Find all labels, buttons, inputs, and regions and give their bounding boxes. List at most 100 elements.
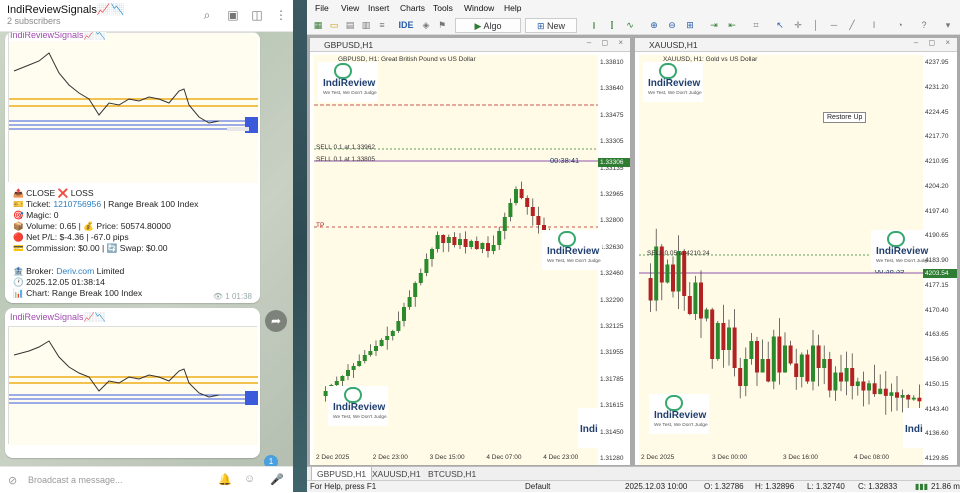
sidebar-toggle-icon[interactable]: ◫ [250,8,264,22]
price-label: 4217.70 [925,133,949,141]
status-datetime: 2025.12.03 10:00 [625,482,688,491]
price-label: 1.32800 [600,217,624,225]
signals-icon[interactable]: ⚑ [435,18,449,33]
charts-area: GBPUSD,H1 ‒ ◻ × GBPUSD, H1: Great Britis… [307,35,960,466]
menu-help[interactable]: Help [504,3,521,13]
new-order-button[interactable]: ⊞ New Order [525,18,577,46]
candle-body [861,381,866,391]
status-high: H: 1.32896 [755,482,795,491]
tab-btcusd[interactable]: BTCUSD,H1 [423,467,481,481]
price-label: 1.32125 [600,323,624,330]
trendline-icon[interactable]: ╱ [845,18,859,33]
message-line-text: 📦 Volume: 0.65 | 💰 Price: 50574.80000 [13,221,171,232]
candle-body [323,391,328,396]
help-icon[interactable]: ? [917,18,931,33]
channel-header[interactable]: IndiReviewSignals📈📉 2 subscribers ⌕ ▣ ◫ … [0,0,293,32]
horizontal-line-icon[interactable]: ─ [827,18,841,33]
chart-window-gbpusd[interactable]: GBPUSD,H1 ‒ ◻ × GBPUSD, H1: Great Britis… [309,37,631,466]
autoscroll-icon[interactable]: ⇤ [725,18,739,33]
attach-icon[interactable]: ⊘ [8,474,17,487]
message-input[interactable]: Broadcast a message... [28,475,123,485]
text-icon[interactable]: ǀ [867,18,881,33]
channel-title[interactable]: IndiReviewSignals📈📉 [7,3,124,16]
price-axis[interactable]: 1.33810 1.33640 1.33475 1.33305 1.33135 1.329… [598,55,630,465]
new-chart-icon[interactable]: ▦ [311,18,325,33]
tile-windows-icon[interactable]: ⊞ [683,18,697,33]
tooltip: Restore Up [823,112,867,123]
share-icon[interactable]: ➦ [265,310,287,332]
time-axis[interactable]: 2 Dec 2025 3 Dec 00:00 3 Dec 16:00 4 Dec 08… [639,454,923,464]
menu-view[interactable]: View [341,3,359,13]
window-controls[interactable]: ‒ ◻ × [914,38,954,47]
line-chart-icon[interactable]: ∿ [623,18,637,33]
candle-body [530,207,535,216]
message-link[interactable]: 1210756956 [53,199,101,209]
options-icon[interactable]: ▾ [941,18,955,33]
price-label: 4231.20 [925,83,949,91]
search-icon[interactable]: ⌕ [200,8,214,22]
bell-icon[interactable]: 🔔 [218,473,232,486]
tab-xauusd[interactable]: XAUUSD,H1 [367,467,426,481]
message-link[interactable]: Deriv.com [56,266,94,276]
zoom-out-icon[interactable]: ⊖ [665,18,679,33]
live-stream-icon[interactable]: ▣ [226,8,240,22]
shapes-icon[interactable]: ◔ [893,18,907,33]
templates-icon[interactable]: ▥ [359,18,373,33]
emoji-icon[interactable]: ☺ [244,473,255,485]
menu-file[interactable]: File [315,3,329,13]
profiles-icon[interactable]: ▤ [343,18,357,33]
message-bubble[interactable]: IndiReviewSignals📈📉 [5,308,260,458]
chart-window-title[interactable]: XAUUSD,H1 [635,38,957,52]
message-bubble[interactable]: IndiReviewSignals📈📉 📤 CLOSE ❌ LOSS 🎫 Tick… [5,32,260,303]
candle-body [805,354,810,382]
indireview-badge: IndiReview We Test, We Don't Judge [643,62,703,102]
menu-insert[interactable]: Insert [368,3,389,13]
message-composer[interactable]: ⊘ Broadcast a message... 🔔 ☺ 🎤 [0,466,293,492]
algo-trading-button[interactable]: ▶ Algo Trading [455,18,521,46]
message-sender[interactable]: IndiReviewSignals📈📉 [10,32,106,41]
more-icon[interactable]: ⋮ [274,8,288,22]
time-axis[interactable]: 2 Dec 2025 2 Dec 23:00 3 Dec 15:00 4 Dec 07… [314,454,598,464]
chat-feed[interactable]: IndiReviewSignals📈📉 📤 CLOSE ❌ LOSS 🎫 Tick… [0,32,293,491]
cursor-icon[interactable]: ↖ [773,18,787,33]
message-chart-image[interactable] [8,326,258,445]
screenshot-icon[interactable]: ⌗ [749,18,763,33]
candle-body [362,355,367,361]
candle-body [463,239,468,247]
price-label: 4129.85 [925,455,949,462]
candle-body [906,395,911,400]
candle-body [491,245,496,251]
tab-gbpusd[interactable]: GBPUSD,H1 [311,467,373,481]
candle-body [777,336,782,373]
message-line-text: 🔴 Net P/L: $-4.36 | -67.0 pips [13,232,129,243]
price-label: 1.33810 [600,59,624,66]
status-help: For Help, press F1 [310,482,377,491]
menu-charts[interactable]: Charts [400,3,425,13]
window-controls[interactable]: ‒ ◻ × [587,38,627,47]
open-icon[interactable]: ▭ [327,18,341,33]
badge-tagline: We Test, We Don't Judge [547,259,601,264]
candle-countdown: 00:38:41 [550,156,580,165]
status-bar: For Help, press F1 Default 2025.12.03 10… [307,480,960,492]
market-watch-icon[interactable]: ≡ [375,18,389,33]
message-sender[interactable]: IndiReviewSignals📈📉 [10,312,106,323]
microphone-icon[interactable]: 🎤 [270,473,284,486]
price-label: 1.31450 [600,428,624,436]
candle-body [687,296,692,314]
chart-window-xauusd[interactable]: XAUUSD,H1 ‒ ◻ × XAUUSD, H1: Gold vs US D… [634,37,958,466]
message-chart-image[interactable] [8,32,258,183]
candle-body [844,368,849,382]
chart-shift-icon[interactable]: ⇥ [707,18,721,33]
zoom-in-icon[interactable]: ⊕ [647,18,661,33]
menu-window[interactable]: Window [464,3,494,13]
ide-button[interactable]: IDE [397,18,415,33]
bar-chart-icon[interactable]: ⫾ [587,18,601,33]
time-label: 4 Dec 08:00 [854,454,890,461]
chart-window-title[interactable]: GBPUSD,H1 [310,38,630,52]
candlestick-icon[interactable]: ⫿ [605,18,619,33]
menu-tools[interactable]: Tools [433,3,453,13]
strategy-tester-icon[interactable]: ◈ [419,18,433,33]
crosshair-icon[interactable]: ✛ [791,18,805,33]
candle-body [693,282,698,314]
vertical-line-icon[interactable]: │ [809,18,823,33]
